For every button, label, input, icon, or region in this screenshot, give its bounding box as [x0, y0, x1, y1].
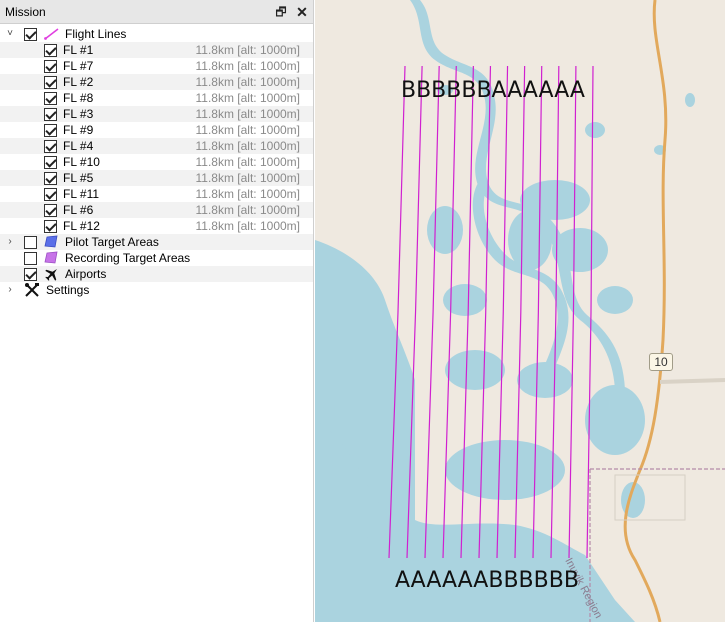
pond [552, 228, 608, 272]
tree-item-settings[interactable]: › Settings [0, 282, 313, 298]
pond [508, 210, 552, 270]
recording-target-areas-label: Recording Target Areas [65, 251, 191, 265]
flight-line-checkbox[interactable] [44, 172, 57, 185]
flight-line-label: FL #5 [63, 171, 94, 185]
chevron-right-icon[interactable]: › [4, 234, 16, 250]
panel-titlebar: Mission 🗗 ✕ [0, 0, 313, 24]
map-view[interactable]: 10 Inuvik Region BBBBBBAAAAAA AAAAAABBBB… [315, 0, 725, 622]
pond [685, 93, 695, 107]
tree-item-pilot-target-areas[interactable]: › Pilot Target Areas [0, 234, 313, 250]
pilot-target-areas-checkbox[interactable] [24, 236, 37, 249]
flight-line-end-labels: AAAAAABBBBBB [395, 568, 579, 593]
flight-line-info: 11.8km [alt: 1000m] [195, 123, 301, 137]
pond [597, 286, 633, 314]
flight-line-checkbox[interactable] [44, 124, 57, 137]
flight-line-item[interactable]: FL #12 11.8km [alt: 1000m] [0, 218, 313, 234]
settings-label: Settings [46, 283, 90, 297]
flight-line-item[interactable]: FL #2 11.8km [alt: 1000m] [0, 74, 313, 90]
flight-line-info: 11.8km [alt: 1000m] [195, 187, 301, 201]
flight-line-info: 11.8km [alt: 1000m] [195, 75, 301, 89]
polygon-icon [44, 235, 58, 248]
flight-lines-checkbox[interactable] [24, 28, 37, 41]
flight-line-checkbox[interactable] [44, 220, 57, 233]
flight-line-info: 11.8km [alt: 1000m] [195, 59, 301, 73]
side-road [659, 378, 725, 384]
flight-line-label: FL #9 [63, 123, 94, 137]
chevron-down-icon[interactable]: ˅ [4, 26, 16, 42]
polygon-icon [44, 251, 58, 264]
flight-line-info: 11.8km [alt: 1000m] [195, 91, 301, 105]
flight-line-item[interactable]: FL #9 11.8km [alt: 1000m] [0, 122, 313, 138]
flight-line-label: FL #11 [63, 187, 100, 201]
flight-line-info: 11.8km [alt: 1000m] [195, 107, 301, 121]
flight-line-info: 11.8km [alt: 1000m] [195, 155, 301, 169]
flight-line-item[interactable]: FL #11 11.8km [alt: 1000m] [0, 186, 313, 202]
flight-line-checkbox[interactable] [44, 204, 57, 217]
flight-line-path[interactable] [424, 65, 440, 559]
flight-line-item[interactable]: FL #5 11.8km [alt: 1000m] [0, 170, 313, 186]
line-icon [44, 28, 59, 40]
flight-line-info: 11.8km [alt: 1000m] [195, 219, 301, 233]
flight-line-checkbox[interactable] [44, 92, 57, 105]
pond [517, 362, 573, 398]
flight-line-info: 11.8km [alt: 1000m] [195, 171, 301, 185]
pond [585, 122, 605, 138]
flight-lines-label: Flight Lines [65, 27, 127, 41]
flight-line-checkbox[interactable] [44, 44, 57, 57]
flight-line-info: 11.8km [alt: 1000m] [195, 139, 301, 153]
pilot-target-areas-label: Pilot Target Areas [65, 235, 159, 249]
pond [443, 284, 487, 316]
close-icon[interactable]: ✕ [293, 3, 311, 21]
restore-icon[interactable]: 🗗 [272, 3, 290, 21]
airports-label: Airports [65, 267, 107, 281]
recording-target-areas-checkbox[interactable] [24, 252, 37, 265]
tree-item-recording-target-areas[interactable]: Recording Target Areas [0, 250, 313, 266]
highway [623, 0, 668, 622]
flight-line-item[interactable]: FL #4 11.8km [alt: 1000m] [0, 138, 313, 154]
flight-line-checkbox[interactable] [44, 76, 57, 89]
flight-line-checkbox[interactable] [44, 156, 57, 169]
flight-line-item[interactable]: FL #10 11.8km [alt: 1000m] [0, 154, 313, 170]
airports-checkbox[interactable] [24, 268, 37, 281]
pond [445, 350, 505, 390]
flight-line-label: FL #4 [63, 139, 94, 153]
flight-line-label: FL #12 [63, 219, 100, 233]
pond [427, 206, 463, 254]
flight-line-item[interactable]: FL #3 11.8km [alt: 1000m] [0, 106, 313, 122]
route-shield: 10 [649, 353, 673, 371]
flight-line-item[interactable]: FL #1 11.8km [alt: 1000m] [0, 42, 313, 58]
flight-line-item[interactable]: FL #8 11.8km [alt: 1000m] [0, 90, 313, 106]
pond [585, 385, 645, 455]
flight-line-checkbox[interactable] [44, 108, 57, 121]
flight-line-checkbox[interactable] [44, 188, 57, 201]
flight-line-label: FL #8 [63, 91, 94, 105]
tools-icon [25, 283, 39, 297]
flight-line-item[interactable]: FL #7 11.8km [alt: 1000m] [0, 58, 313, 74]
flight-line-label: FL #6 [63, 203, 94, 217]
flight-line-label: FL #2 [63, 75, 94, 89]
chevron-right-icon[interactable]: › [4, 282, 16, 298]
flight-line-item[interactable]: FL #6 11.8km [alt: 1000m] [0, 202, 313, 218]
flight-line-start-labels: BBBBBBAAAAAA [401, 78, 585, 103]
tree-item-flight-lines[interactable]: ˅ Flight Lines [0, 26, 313, 42]
flight-line-info: 11.8km [alt: 1000m] [195, 43, 301, 57]
flight-line-checkbox[interactable] [44, 140, 57, 153]
flight-line-checkbox[interactable] [44, 60, 57, 73]
flight-line-info: 11.8km [alt: 1000m] [195, 203, 301, 217]
panel-title: Mission [5, 5, 46, 19]
flight-line-label: FL #10 [63, 155, 100, 169]
river [410, 0, 625, 395]
mission-panel: Mission 🗗 ✕ ˅ Flight Lines FL #1 11.8km [… [0, 0, 314, 622]
flight-line-list: FL #1 11.8km [alt: 1000m] FL #7 11.8km [alt… [0, 42, 313, 234]
flight-line-label: FL #3 [63, 107, 94, 121]
flight-line-label: FL #7 [63, 59, 94, 73]
flight-line-label: FL #1 [63, 43, 94, 57]
layer-tree: ˅ Flight Lines FL #1 11.8km [alt: 1000m] F… [0, 26, 313, 298]
tree-item-airports[interactable]: Airports [0, 266, 313, 282]
airplane-icon [45, 269, 57, 281]
